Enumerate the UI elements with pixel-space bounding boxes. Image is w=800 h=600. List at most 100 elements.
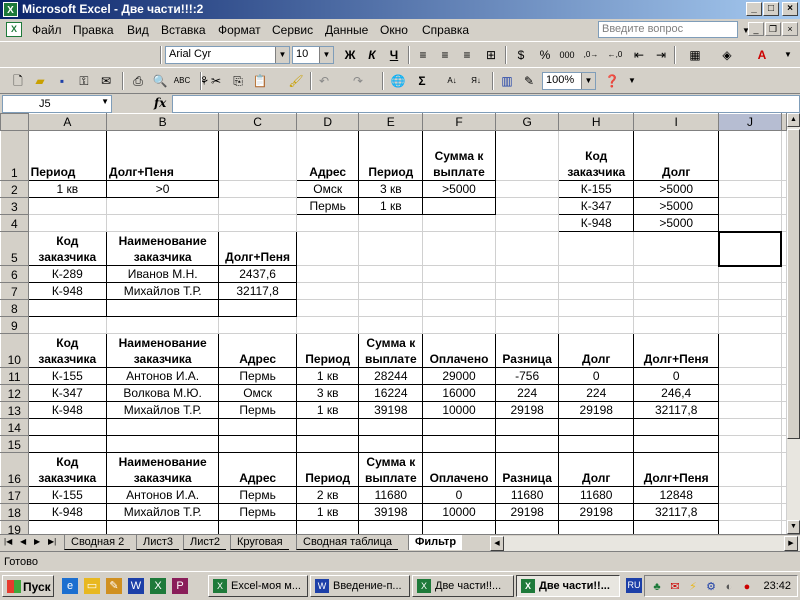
menu-file[interactable]: Файл — [32, 23, 62, 37]
cell-i18[interactable]: 32117,8 — [632, 503, 720, 521]
cell-extra[interactable] — [780, 197, 787, 215]
cell-a10[interactable]: Код заказчика — [27, 333, 108, 368]
cell-c18[interactable]: Пермь — [218, 503, 297, 521]
cell-b6[interactable]: Иванов М.Н. — [106, 265, 220, 283]
row-header[interactable]: 13 — [0, 401, 29, 419]
cell-j6[interactable] — [718, 265, 782, 283]
cell-g13[interactable]: 29198 — [494, 401, 560, 419]
cell-h12[interactable]: 224 — [558, 384, 634, 402]
cell-a5[interactable]: Код заказчика — [27, 231, 108, 266]
cell-f6[interactable] — [422, 265, 496, 283]
row-header[interactable]: 11 — [0, 367, 29, 385]
cell-f8[interactable] — [422, 299, 496, 317]
redo-icon[interactable]: ↷ — [348, 72, 368, 90]
menu-view[interactable]: Вид — [127, 23, 149, 37]
horizontal-scrollbar[interactable]: ◀ ▶ — [490, 536, 800, 551]
italic-button[interactable]: К — [362, 46, 382, 64]
cell-h7[interactable] — [558, 282, 634, 300]
workbook-icon[interactable]: X — [6, 22, 22, 37]
cell-d12[interactable]: 3 кв — [295, 384, 360, 402]
cell-b19[interactable] — [106, 520, 220, 534]
cell-e9[interactable] — [358, 316, 424, 334]
taskbar-window-button[interactable]: W Введение-п... — [310, 575, 410, 597]
language-indicator[interactable]: RU — [626, 578, 642, 593]
spelling-icon[interactable]: ABC — [172, 72, 192, 90]
insert-function-icon[interactable]: fx — [154, 96, 166, 110]
next-sheet-icon[interactable]: ▶ — [34, 537, 40, 546]
cell-j2[interactable] — [718, 180, 782, 198]
cell-g4[interactable] — [494, 214, 560, 232]
cell-b1[interactable]: Долг+Пеня — [106, 130, 220, 181]
cell-g17[interactable]: 11680 — [494, 486, 560, 504]
cell-e3[interactable]: 1 кв — [358, 197, 424, 215]
cell-f1[interactable]: Сумма к выплате — [422, 130, 496, 181]
new-file-icon[interactable]: 🗋 — [8, 72, 28, 90]
permission-icon[interactable]: ⚿ — [74, 72, 94, 90]
open-folder-icon[interactable]: ▰ — [30, 72, 50, 90]
cell-g10[interactable]: Разница — [494, 333, 560, 368]
cell-d8[interactable] — [295, 299, 360, 317]
cell-i15[interactable] — [632, 435, 720, 453]
row-header[interactable]: 2 — [0, 180, 29, 198]
cell-i11[interactable]: 0 — [632, 367, 720, 385]
cell-extra[interactable] — [780, 214, 787, 232]
cell-i13[interactable]: 32117,8 — [632, 401, 720, 419]
cell-d3[interactable]: Пермь — [295, 197, 360, 215]
sheet-tab[interactable]: Лист3 — [136, 535, 180, 550]
column-header-a[interactable]: A — [27, 113, 108, 131]
increase-indent-icon[interactable]: ⇥ — [651, 46, 671, 64]
cell-extra[interactable] — [780, 130, 787, 181]
increase-decimal-icon[interactable]: ,0→ — [581, 46, 601, 64]
cell-e13[interactable]: 39198 — [358, 401, 424, 419]
sheet-tab[interactable]: Сводная 2 — [64, 535, 131, 550]
column-header-j[interactable]: J — [718, 113, 782, 131]
cell-f16[interactable]: Оплачено — [422, 452, 496, 487]
cell-j7[interactable] — [718, 282, 782, 300]
row-header[interactable]: 3 — [0, 197, 29, 215]
cell-d15[interactable] — [295, 435, 360, 453]
cell-e18[interactable]: 39198 — [358, 503, 424, 521]
cell-c3[interactable] — [218, 197, 297, 215]
row-header[interactable]: 19 — [0, 520, 29, 534]
cell-b14[interactable] — [106, 418, 220, 436]
folder-icon[interactable]: ▭ — [84, 578, 100, 594]
row-header[interactable]: 4 — [0, 214, 29, 232]
tray-app-icon[interactable]: ♣ — [649, 579, 665, 595]
word-icon[interactable]: W — [128, 578, 144, 594]
sheet-tab[interactable]: Фильтр — [408, 535, 463, 550]
cell-c4[interactable] — [218, 214, 297, 232]
cell-f3[interactable] — [422, 197, 496, 215]
cell-j3[interactable] — [718, 197, 782, 215]
cell-g5[interactable] — [494, 231, 560, 266]
cell-d16[interactable]: Период — [295, 452, 360, 487]
cell-h19[interactable] — [558, 520, 634, 534]
chevron-down-icon[interactable]: ▼ — [319, 47, 333, 63]
cell-g2[interactable] — [494, 180, 560, 198]
cell-d11[interactable]: 1 кв — [295, 367, 360, 385]
cell-i3[interactable]: >5000 — [632, 197, 720, 215]
sheet-tab[interactable]: Лист2 — [183, 535, 227, 550]
cell-f17[interactable]: 0 — [422, 486, 496, 504]
cell-d2[interactable]: Омск — [295, 180, 360, 198]
cell-b3[interactable] — [106, 197, 220, 215]
chart-wizard-icon[interactable]: ▥ — [497, 72, 517, 90]
cell-e4[interactable] — [358, 214, 424, 232]
cell-c10[interactable]: Адрес — [218, 333, 297, 368]
column-header-next[interactable] — [780, 113, 787, 131]
name-box[interactable]: J5 ▼ — [2, 95, 112, 113]
cell-d9[interactable] — [295, 316, 360, 334]
cell-b8[interactable] — [106, 299, 220, 317]
scroll-thumb[interactable] — [787, 129, 800, 439]
cell-c6[interactable]: 2437,6 — [218, 265, 297, 283]
font-size-select[interactable]: 10 ▼ — [292, 46, 334, 64]
scroll-up-icon[interactable]: ▲ — [787, 113, 800, 127]
cell-j9[interactable] — [718, 316, 782, 334]
cell-g18[interactable]: 29198 — [494, 503, 560, 521]
row-header[interactable]: 12 — [0, 384, 29, 402]
formula-input[interactable] — [172, 95, 800, 113]
cell-e2[interactable]: 3 кв — [358, 180, 424, 198]
cell-g7[interactable] — [494, 282, 560, 300]
cell-h2[interactable]: К-155 — [558, 180, 634, 198]
cell-f9[interactable] — [422, 316, 496, 334]
cell-d6[interactable] — [295, 265, 360, 283]
